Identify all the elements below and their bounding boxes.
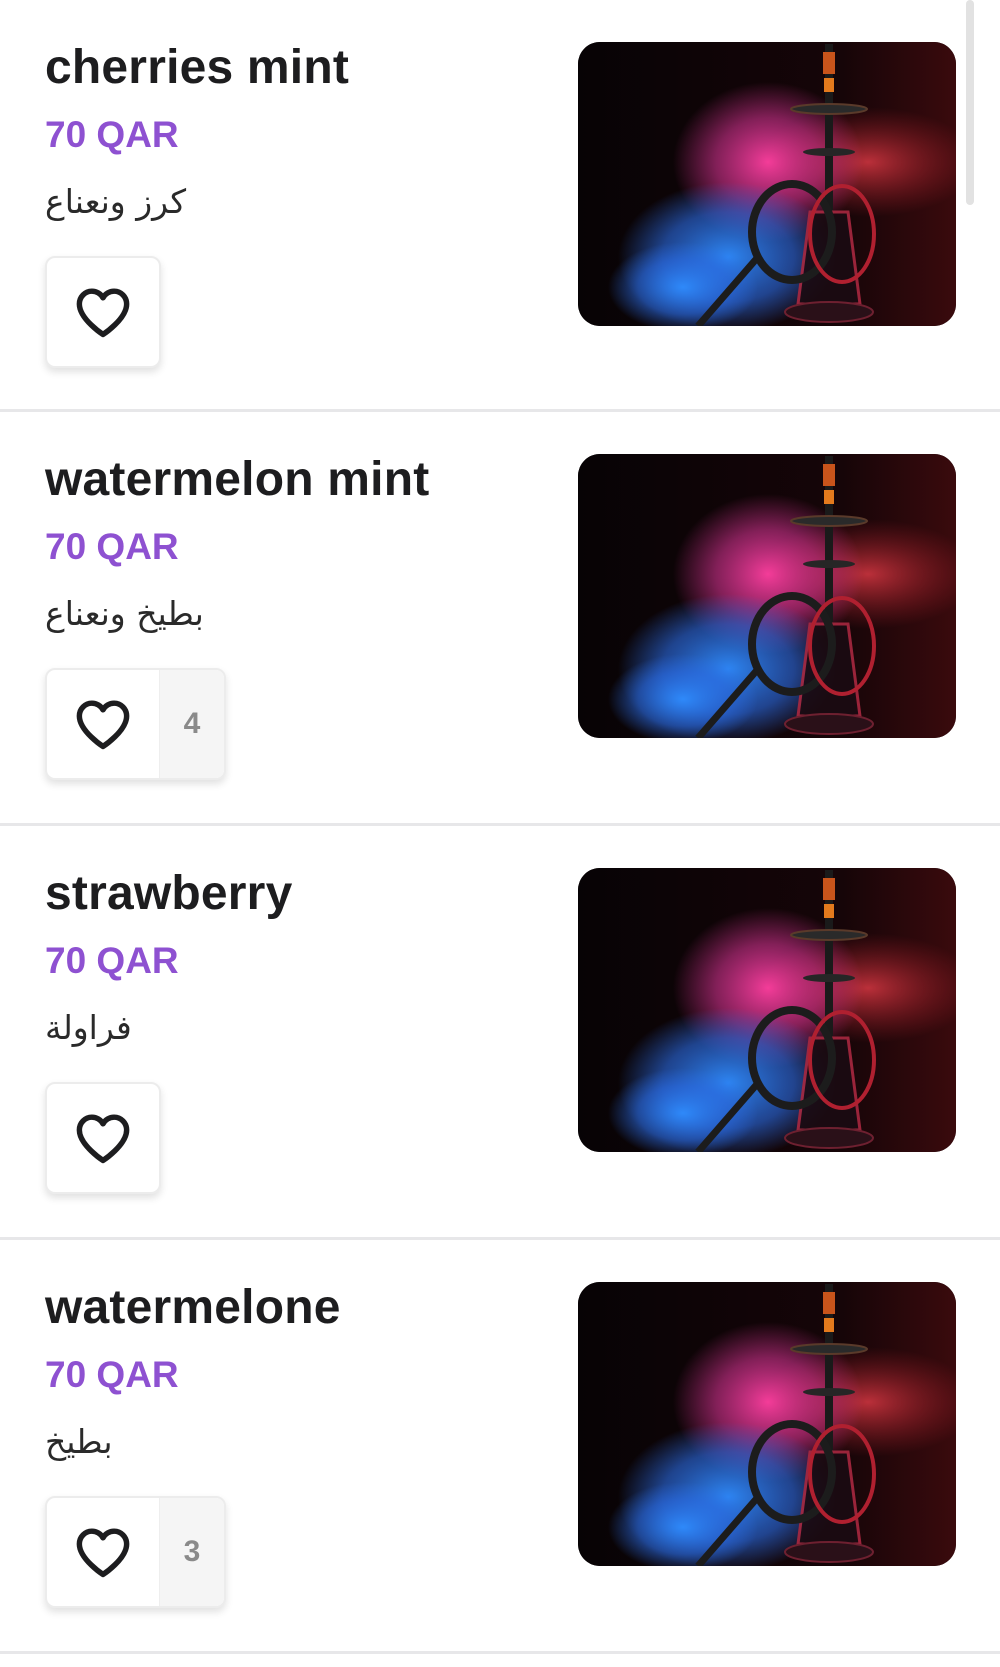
like-count: 4	[159, 670, 224, 778]
product-item[interactable]: cherries mint 70 QAR كرز ونعناع	[0, 0, 1000, 412]
heart-icon[interactable]	[47, 1084, 159, 1192]
product-item[interactable]: watermelone 70 QAR بطيخ 3	[0, 1240, 1000, 1654]
product-arabic-name: كرز ونعناع	[45, 182, 187, 221]
like-button[interactable]	[45, 1082, 161, 1194]
heart-icon[interactable]	[47, 258, 159, 366]
like-button[interactable]: 4	[45, 668, 226, 780]
hookah-smoke-photo[interactable]	[578, 1282, 956, 1566]
product-arabic-name: بطيخ ونعناع	[45, 594, 204, 633]
product-price: 70 QAR	[45, 940, 179, 981]
like-button[interactable]: 3	[45, 1496, 226, 1608]
product-price: 70 QAR	[45, 526, 179, 567]
product-item[interactable]: strawberry 70 QAR فراولة	[0, 826, 1000, 1240]
product-name: watermelone	[45, 1281, 341, 1334]
heart-icon[interactable]	[47, 670, 159, 778]
product-name: cherries mint	[45, 41, 350, 94]
product-name: strawberry	[45, 867, 293, 920]
product-arabic-name: بطيخ	[45, 1422, 113, 1461]
heart-icon[interactable]	[47, 1498, 159, 1606]
product-arabic-name: فراولة	[45, 1008, 132, 1047]
hookah-smoke-photo[interactable]	[578, 868, 956, 1152]
hookah-smoke-photo[interactable]	[578, 42, 956, 326]
product-list: cherries mint 70 QAR كرز ونعناع watermel…	[0, 0, 1000, 1654]
product-price: 70 QAR	[45, 1354, 179, 1395]
scrollbar[interactable]	[966, 0, 974, 205]
hookah-smoke-photo[interactable]	[578, 454, 956, 738]
product-item[interactable]: watermelon mint 70 QAR بطيخ ونعناع 4	[0, 412, 1000, 826]
like-button[interactable]	[45, 256, 161, 368]
like-count: 3	[159, 1498, 224, 1606]
product-price: 70 QAR	[45, 114, 179, 155]
product-name: watermelon mint	[45, 453, 430, 506]
